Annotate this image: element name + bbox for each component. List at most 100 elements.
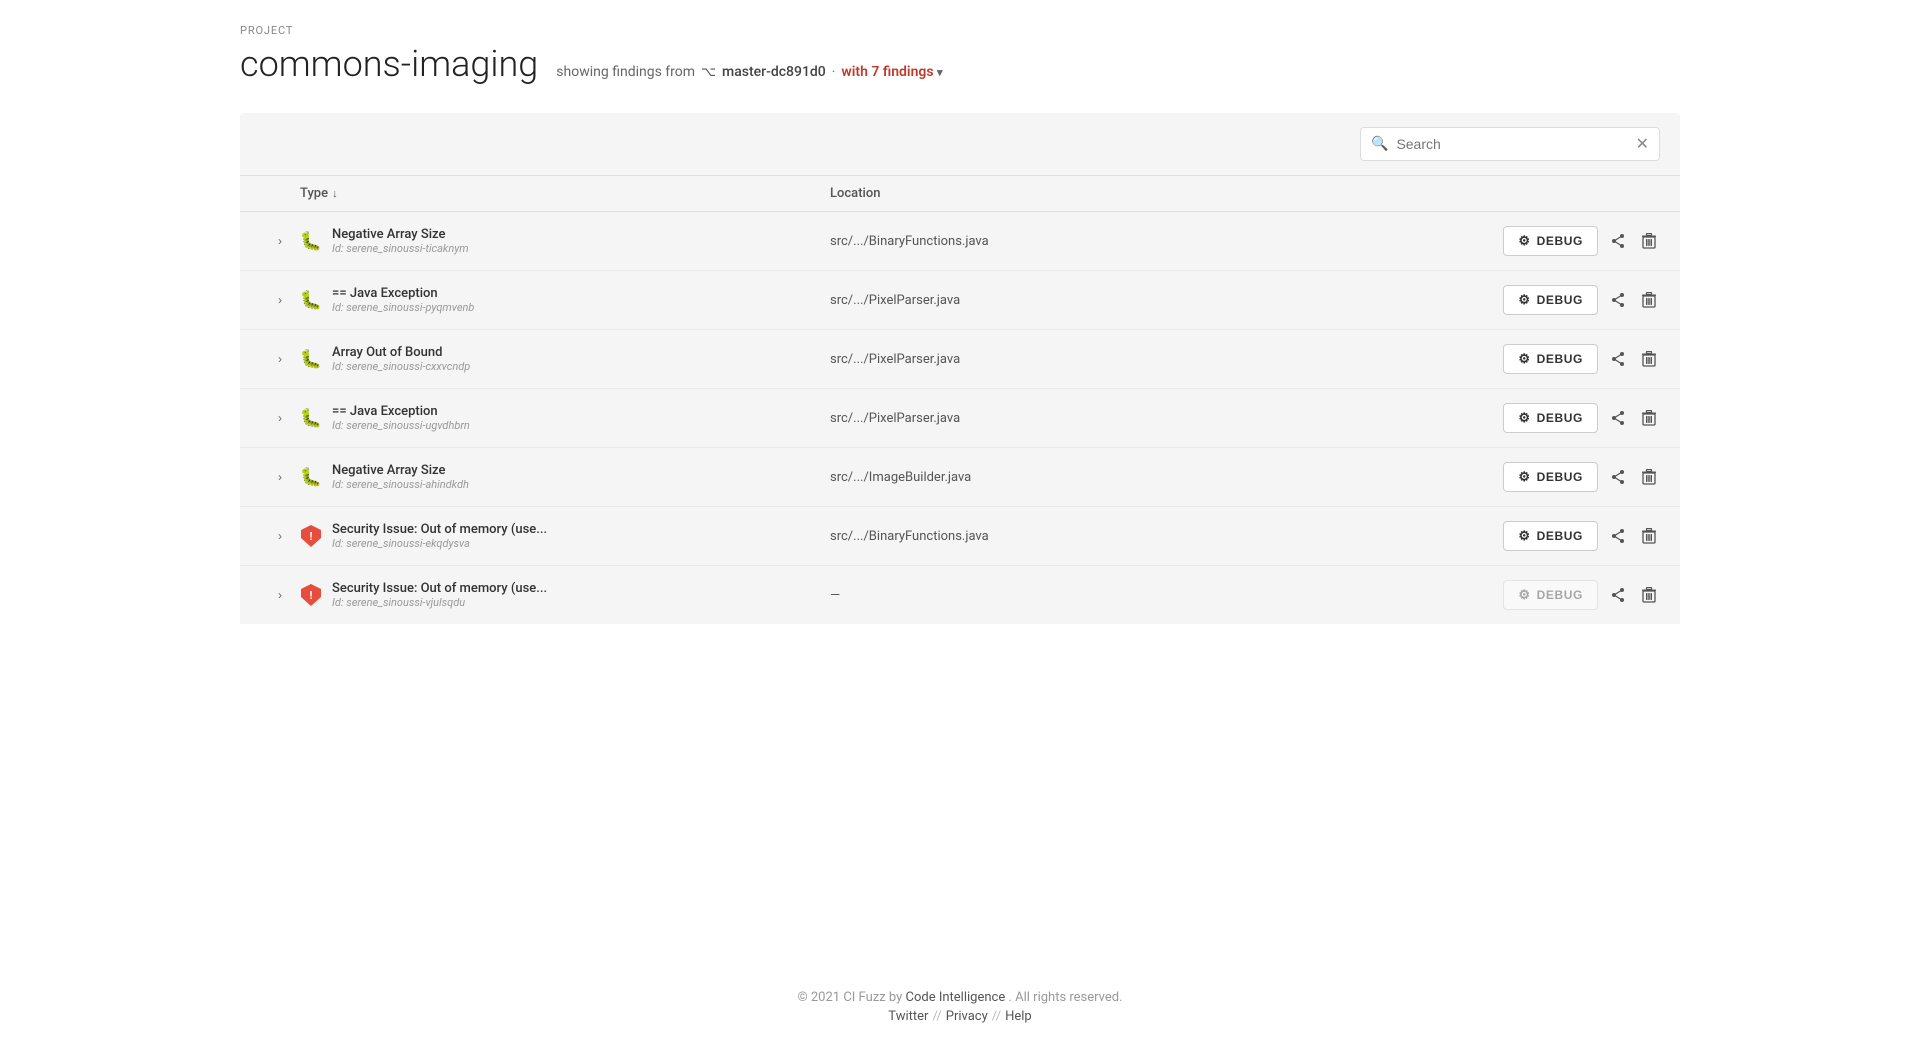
debug-button[interactable]: ⚙ DEBUG — [1503, 403, 1598, 433]
debug-gear-icon: ⚙ — [1518, 587, 1530, 603]
finding-location: src/.../ImageBuilder.java — [830, 470, 1130, 485]
expand-button[interactable]: › — [260, 586, 300, 604]
delete-button[interactable] — [1638, 406, 1660, 430]
debug-label: DEBUG — [1537, 411, 1583, 425]
debug-label: DEBUG — [1537, 588, 1583, 602]
finding-location: src/.../BinaryFunctions.java — [830, 529, 1130, 544]
finding-id: Id: serene_sinoussi-cxxvcndp — [332, 360, 470, 373]
footer-help-link[interactable]: Help — [1005, 1009, 1032, 1024]
finding-id: Id: serene_sinoussi-pyqmvenb — [332, 301, 474, 314]
share-button[interactable] — [1606, 583, 1630, 607]
footer-rights: . All rights reserved. — [1008, 990, 1122, 1005]
finding-icon: 🐛 — [300, 348, 322, 370]
delete-button[interactable] — [1638, 229, 1660, 253]
debug-button[interactable]: ⚙ DEBUG — [1503, 521, 1598, 551]
finding-location: — — [830, 588, 1130, 603]
findings-subtitle: showing findings from ⌥ master-dc891d0 ·… — [556, 64, 942, 80]
search-input[interactable] — [1396, 136, 1627, 152]
share-icon — [1610, 292, 1626, 308]
table-header: Type ↓ Location — [240, 176, 1680, 212]
delete-icon — [1642, 233, 1656, 249]
delete-button[interactable] — [1638, 524, 1660, 548]
share-button[interactable] — [1606, 406, 1630, 430]
footer-links: Twitter // Privacy // Help — [0, 1009, 1920, 1024]
footer-twitter-link[interactable]: Twitter — [888, 1009, 928, 1024]
bug-icon: 🐛 — [300, 467, 322, 488]
delete-icon — [1642, 528, 1656, 544]
svg-text:!: ! — [310, 530, 313, 543]
finding-row: › 🐛 == Java Exception Id: serene_sinouss… — [240, 271, 1680, 330]
finding-id: Id: serene_sinoussi-ticaknym — [332, 242, 469, 255]
delete-icon — [1642, 469, 1656, 485]
security-icon: ! — [301, 584, 321, 606]
share-button[interactable] — [1606, 524, 1630, 548]
finding-type-name: Security Issue: Out of memory (use... — [332, 581, 547, 596]
share-button[interactable] — [1606, 229, 1630, 253]
share-icon — [1610, 587, 1626, 603]
debug-label: DEBUG — [1537, 293, 1583, 307]
share-button[interactable] — [1606, 288, 1630, 312]
debug-button[interactable]: ⚙ DEBUG — [1503, 462, 1598, 492]
findings-count[interactable]: with 7 findings ▾ — [841, 64, 942, 80]
finding-type-cell: 🐛 == Java Exception Id: serene_sinoussi-… — [300, 404, 830, 432]
finding-type-name: Array Out of Bound — [332, 345, 470, 360]
branch-name: master-dc891d0 — [722, 64, 826, 80]
finding-icon: ! — [300, 584, 322, 606]
findings-list: › 🐛 Negative Array Size Id: serene_sinou… — [240, 212, 1680, 624]
finding-row: › ! Security Issue: Out of memory (use..… — [240, 566, 1680, 624]
expand-button[interactable]: › — [260, 232, 300, 250]
findings-dropdown-arrow: ▾ — [937, 66, 943, 79]
project-title: commons-imaging — [240, 43, 538, 85]
svg-text:!: ! — [310, 589, 313, 602]
share-icon — [1610, 469, 1626, 485]
footer-privacy-link[interactable]: Privacy — [946, 1009, 988, 1024]
finding-id: Id: serene_sinoussi-ahindkdh — [332, 478, 469, 491]
expand-button[interactable]: › — [260, 291, 300, 309]
col-header-actions — [1130, 186, 1660, 201]
finding-location: src/.../PixelParser.java — [830, 411, 1130, 426]
project-header: commons-imaging showing findings from ⌥ … — [240, 43, 1680, 85]
finding-row: › ! Security Issue: Out of memory (use..… — [240, 507, 1680, 566]
delete-button[interactable] — [1638, 347, 1660, 371]
finding-actions: ⚙ DEBUG — [1130, 344, 1660, 374]
footer-company-link[interactable]: Code Intelligence — [906, 990, 1006, 1005]
expand-button[interactable]: › — [260, 409, 300, 427]
finding-id: Id: serene_sinoussi-ugvdhbrn — [332, 419, 470, 432]
finding-location: src/.../BinaryFunctions.java — [830, 234, 1130, 249]
page-container: PROJECT commons-imaging showing findings… — [0, 0, 1920, 1044]
debug-button[interactable]: ⚙ DEBUG — [1503, 285, 1598, 315]
main-content: PROJECT commons-imaging showing findings… — [0, 0, 1920, 960]
finding-type-cell: 🐛 Negative Array Size Id: serene_sinouss… — [300, 227, 830, 255]
delete-button[interactable] — [1638, 583, 1660, 607]
finding-id: Id: serene_sinoussi-vjulsqdu — [332, 596, 547, 609]
delete-icon — [1642, 587, 1656, 603]
finding-icon: 🐛 — [300, 289, 322, 311]
finding-type-cell: 🐛 Negative Array Size Id: serene_sinouss… — [300, 463, 830, 491]
share-button[interactable] — [1606, 347, 1630, 371]
findings-panel: 🔍 ✕ Type ↓ Location › — [240, 113, 1680, 624]
finding-type-info: Array Out of Bound Id: serene_sinoussi-c… — [332, 345, 470, 373]
finding-actions: ⚙ DEBUG — [1130, 285, 1660, 315]
search-close-button[interactable]: ✕ — [1636, 134, 1649, 154]
finding-type-name: == Java Exception — [332, 404, 470, 419]
col-header-type[interactable]: Type ↓ — [300, 186, 830, 201]
delete-button[interactable] — [1638, 288, 1660, 312]
expand-button[interactable]: › — [260, 527, 300, 545]
footer: © 2021 CI Fuzz by Code Intelligence . Al… — [0, 960, 1920, 1044]
finding-actions: ⚙ DEBUG — [1130, 580, 1660, 610]
debug-button[interactable]: ⚙ DEBUG — [1503, 344, 1598, 374]
finding-actions: ⚙ DEBUG — [1130, 521, 1660, 551]
expand-button[interactable]: › — [260, 468, 300, 486]
debug-button[interactable]: ⚙ DEBUG — [1503, 226, 1598, 256]
finding-row: › 🐛 Negative Array Size Id: serene_sinou… — [240, 448, 1680, 507]
finding-type-cell: 🐛 == Java Exception Id: serene_sinoussi-… — [300, 286, 830, 314]
share-button[interactable] — [1606, 465, 1630, 489]
search-icon: 🔍 — [1371, 136, 1388, 152]
finding-icon: 🐛 — [300, 230, 322, 252]
finding-row: › 🐛 Array Out of Bound Id: serene_sinous… — [240, 330, 1680, 389]
share-icon — [1610, 351, 1626, 367]
expand-button[interactable]: › — [260, 350, 300, 368]
finding-id: Id: serene_sinoussi-ekqdysva — [332, 537, 547, 550]
delete-button[interactable] — [1638, 465, 1660, 489]
debug-label: DEBUG — [1537, 352, 1583, 366]
